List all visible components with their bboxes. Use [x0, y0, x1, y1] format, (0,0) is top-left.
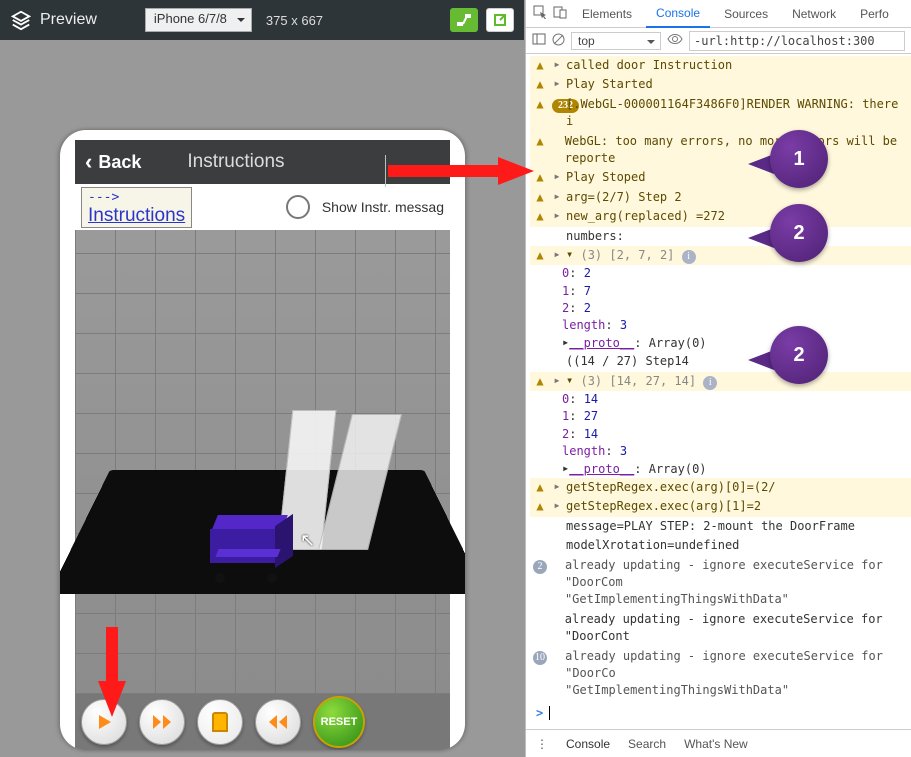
console-log[interactable]: ▲▸called door Instruction ▲▸Play Started…: [526, 54, 911, 729]
app-subbar: ---> Instructions Show Instr. messag: [75, 184, 450, 230]
log-line: numbers:: [566, 228, 624, 245]
devtools-tabs: Elements Console Sources Network Perfo: [526, 0, 911, 28]
layers-icon: [10, 9, 32, 31]
player-controls: RESET: [75, 694, 450, 750]
log-line: new_arg(replaced) =272: [566, 208, 725, 225]
callout-bubble: 2: [770, 326, 828, 384]
device-toggle-icon[interactable]: [552, 5, 568, 22]
drawer-tab-search[interactable]: Search: [628, 737, 666, 751]
clear-console-icon[interactable]: [552, 33, 565, 49]
array-body: 0: 2 1: 7 2: 2 length: 3 ▸__proto__: Arr…: [530, 265, 911, 352]
device-select[interactable]: iPhone 6/7/8: [145, 8, 252, 32]
page-title: Instructions: [187, 151, 284, 173]
callout-bubble: 1: [770, 130, 828, 188]
context-label: top: [578, 34, 595, 48]
popout-button[interactable]: [486, 8, 514, 32]
play-button[interactable]: [81, 699, 127, 745]
drawer-tab-console[interactable]: Console: [566, 737, 610, 751]
console-prompt[interactable]: >: [530, 701, 911, 726]
preview-toolbar: Preview iPhone 6/7/8 375 x 667: [0, 0, 524, 40]
instructions-hint[interactable]: ---> Instructions: [81, 187, 192, 228]
forward-button[interactable]: [139, 699, 185, 745]
app-header: ‹ Back Instructions: [75, 140, 450, 184]
log-line: Play Stoped: [566, 169, 645, 186]
log-line: message=PLAY STEP: 2-mount the DoorFrame: [566, 518, 855, 535]
rewind-button[interactable]: [255, 699, 301, 745]
cart-model: [215, 515, 285, 577]
console-filter-value: -url:http://localhost:300: [694, 34, 875, 48]
save-button[interactable]: [450, 8, 478, 32]
stop-button[interactable]: [197, 699, 243, 745]
console-subbar: top -url:http://localhost:300: [526, 28, 911, 54]
reset-button[interactable]: RESET: [313, 696, 365, 748]
preview-pane: Preview iPhone 6/7/8 375 x 667 ‹ Back In…: [0, 0, 525, 757]
log-line: WebGL: too many errors, no more errors w…: [565, 133, 907, 168]
back-button[interactable]: Back: [98, 152, 141, 173]
hint-link: Instructions: [88, 205, 185, 227]
phone-frame: ‹ Back Instructions ---> Instructions Sh…: [60, 130, 465, 750]
repeat-badge: 2: [533, 560, 547, 574]
tab-performance[interactable]: Perfo: [850, 1, 899, 27]
array-header[interactable]: (3) [14, 27, 14]: [580, 374, 696, 388]
tab-network[interactable]: Network: [782, 1, 846, 27]
preview-title: Preview: [40, 11, 97, 29]
tab-elements[interactable]: Elements: [572, 1, 642, 27]
sidebar-toggle-icon[interactable]: [532, 33, 546, 48]
show-messages-label: Show Instr. messag: [322, 199, 444, 215]
hint-arrow: --->: [88, 190, 185, 205]
inspect-icon[interactable]: [532, 5, 548, 22]
log-line: arg=(2/7) Step 2: [566, 189, 682, 206]
device-dimensions: 375 x 667: [266, 13, 323, 28]
array-header[interactable]: (3) [2, 7, 2]: [580, 248, 674, 262]
back-chevron-icon[interactable]: ‹: [85, 149, 92, 175]
device-select-label: iPhone 6/7/8: [154, 11, 227, 26]
cursor-icon: ↖: [300, 530, 315, 551]
log-line: Play Started: [566, 76, 653, 93]
log-line: ((14 / 27) Step14: [566, 353, 689, 370]
devtools-drawer-tabs: ⋮ Console Search What's New: [526, 729, 911, 757]
log-line: getStepRegex.exec(arg)[1]=2: [566, 498, 761, 515]
show-messages-toggle[interactable]: [286, 195, 310, 219]
live-expression-icon[interactable]: [667, 33, 683, 48]
reset-label: RESET: [321, 716, 358, 728]
log-line: getStepRegex.exec(arg)[0]=(2/: [566, 479, 776, 496]
tab-console[interactable]: Console: [646, 0, 710, 28]
devtools-pane: Elements Console Sources Network Perfo t…: [525, 0, 911, 757]
log-line: [.WebGL-000001164F3486F0]RENDER WARNING:…: [566, 96, 907, 131]
repeat-badge: 10: [533, 651, 547, 665]
tab-sources[interactable]: Sources: [714, 1, 778, 27]
callout-bubble: 2: [770, 204, 828, 262]
log-line: already updating - ignore executeService…: [565, 611, 907, 646]
array-body: 0: 14 1: 27 2: 14 length: 3 ▸__proto__: …: [530, 391, 911, 478]
3d-stage[interactable]: ↖: [75, 230, 450, 694]
log-line: modelXrotation=undefined: [566, 537, 739, 554]
context-select[interactable]: top: [571, 32, 661, 50]
log-line: called door Instruction: [566, 57, 732, 74]
console-filter-input[interactable]: -url:http://localhost:300: [689, 31, 905, 51]
drawer-tab-whatsnew[interactable]: What's New: [684, 737, 748, 751]
